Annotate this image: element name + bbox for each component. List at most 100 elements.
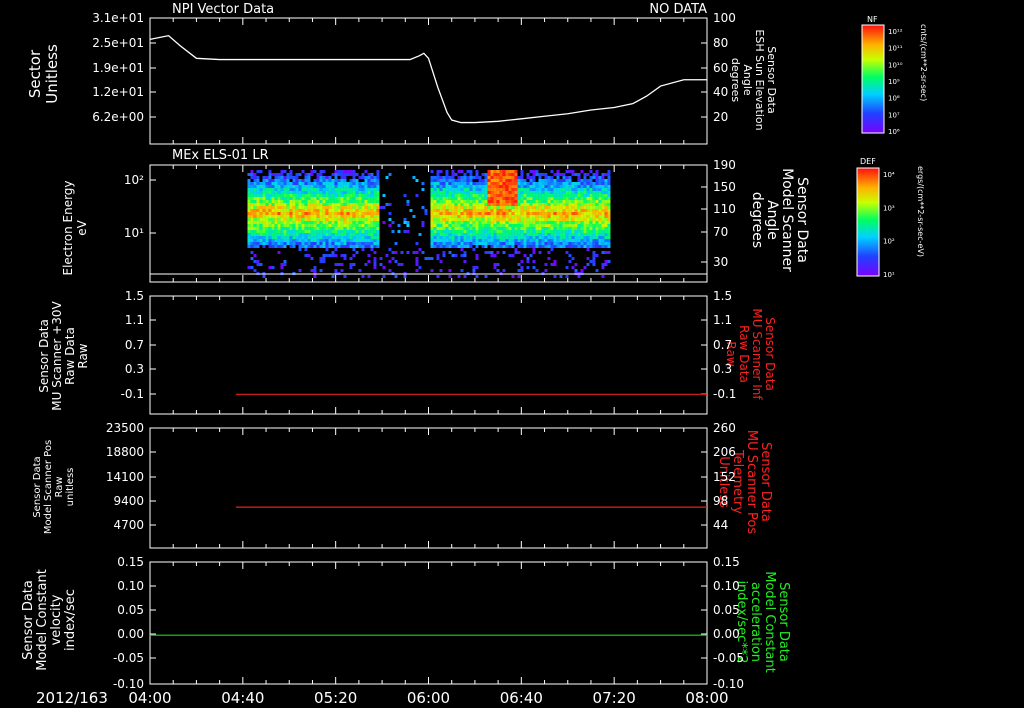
heatmap-cell [352, 218, 356, 221]
heatmap-cell [256, 206, 260, 209]
heatmap-cell [346, 245, 350, 248]
heatmap-cell [439, 188, 443, 191]
heatmap-cell [475, 242, 479, 245]
heatmap-cell [601, 242, 605, 245]
heatmap-cell [583, 176, 587, 179]
heatmap-cell [313, 218, 317, 221]
heatmap-cell [484, 233, 488, 236]
heatmap-cell [499, 245, 503, 248]
heatmap-cell [526, 257, 530, 260]
heatmap-cell [496, 176, 500, 179]
heatmap-cell [247, 218, 251, 221]
heatmap-cell [430, 191, 434, 194]
heatmap-cell [436, 206, 440, 209]
heatmap-cell [484, 194, 488, 197]
heatmap-cell [364, 200, 368, 203]
heatmap-cell [553, 227, 557, 230]
heatmap-cell [592, 233, 596, 236]
heatmap-cell [535, 173, 539, 176]
heatmap-cell [271, 197, 275, 200]
heatmap-cell [574, 242, 578, 245]
heatmap-cell [496, 242, 500, 245]
heatmap-cell [451, 170, 455, 173]
y-tick-label: -0.1 [121, 387, 144, 401]
heatmap-cell [577, 176, 581, 179]
heatmap-cell [346, 191, 350, 194]
heatmap-cell [247, 188, 251, 191]
heatmap-cell [250, 209, 254, 212]
heatmap-cell [529, 254, 533, 257]
heatmap-cell [529, 230, 533, 233]
heatmap-cell [259, 197, 263, 200]
heatmap-cell [523, 224, 527, 227]
heatmap-cell [550, 236, 554, 239]
heatmap-cell [406, 251, 410, 254]
heatmap-cell [577, 236, 581, 239]
heatmap-cell [373, 179, 377, 182]
heatmap-cell [511, 191, 515, 194]
heatmap-cell [601, 236, 605, 239]
heatmap-cell [274, 242, 278, 245]
heatmap-cell [433, 209, 437, 212]
heatmap-cell [322, 176, 326, 179]
heatmap-cell [526, 242, 530, 245]
heatmap-cell [511, 170, 515, 173]
heatmap-cell [256, 242, 260, 245]
heatmap-cell [550, 233, 554, 236]
heatmap-cell [382, 221, 386, 224]
heatmap-cell [598, 221, 602, 224]
heatmap-cell [337, 263, 341, 266]
heatmap-cell [514, 176, 518, 179]
heatmap-cell [352, 197, 356, 200]
heatmap-cell [367, 260, 371, 263]
heatmap-cell [331, 224, 335, 227]
heatmap-cell [493, 191, 497, 194]
heatmap-cell [436, 227, 440, 230]
heatmap-cell [352, 191, 356, 194]
heatmap-cell [556, 203, 560, 206]
heatmap-cell [589, 218, 593, 221]
heatmap-cell [268, 212, 272, 215]
heatmap-cell [556, 176, 560, 179]
heatmap-cell [376, 173, 380, 176]
heatmap-cell [328, 209, 332, 212]
heatmap-cell [460, 236, 464, 239]
heatmap-cell [577, 197, 581, 200]
heatmap-cell [469, 185, 473, 188]
heatmap-cell [481, 200, 485, 203]
heatmap-cell [436, 185, 440, 188]
heatmap-cell [490, 224, 494, 227]
heatmap-cell [322, 224, 326, 227]
heatmap-cell [442, 251, 446, 254]
heatmap-cell [271, 194, 275, 197]
heatmap-cell [586, 245, 590, 248]
heatmap-cell [490, 188, 494, 191]
heatmap-cell [499, 191, 503, 194]
heatmap-cell [508, 254, 512, 257]
heatmap-cell [604, 236, 608, 239]
heatmap-cell [385, 254, 389, 257]
heatmap-cell [487, 236, 491, 239]
heatmap-cell [565, 221, 569, 224]
heatmap-cell [346, 227, 350, 230]
heatmap-cell [526, 221, 530, 224]
heatmap-cell [505, 191, 509, 194]
heatmap-cell [271, 188, 275, 191]
heatmap-cell [514, 179, 518, 182]
heatmap-cell [274, 194, 278, 197]
y-tick-label: 0.10 [713, 579, 740, 593]
heatmap-cell [376, 224, 380, 227]
heatmap-cell [559, 227, 563, 230]
heatmap-cell [265, 227, 269, 230]
heatmap-cell [265, 236, 269, 239]
heatmap-cell [415, 242, 419, 245]
heatmap-cell [433, 221, 437, 224]
heatmap-cell [289, 185, 293, 188]
heatmap-cell [514, 230, 518, 233]
heatmap-cell [292, 221, 296, 224]
heatmap-cell [361, 191, 365, 194]
y-tick-label: -0.05 [713, 651, 744, 665]
heatmap-cell [502, 170, 506, 173]
heatmap-cell [343, 197, 347, 200]
heatmap-cell [514, 209, 518, 212]
